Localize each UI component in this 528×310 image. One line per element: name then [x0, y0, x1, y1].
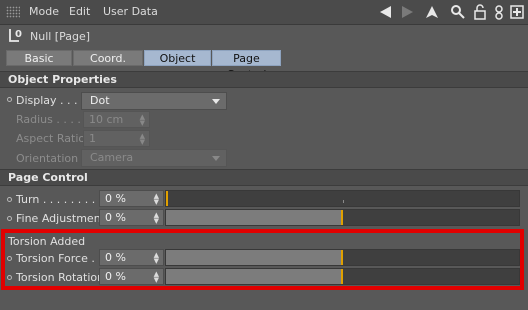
aspect-ratio-label: Aspect Ratio — [16, 132, 86, 145]
orientation-label: Orientation — [16, 152, 79, 165]
settings-icon[interactable] — [491, 4, 507, 20]
menu-mode[interactable]: Mode — [29, 5, 59, 18]
back-arrow-icon[interactable] — [378, 4, 394, 20]
tab-basic[interactable]: Basic — [6, 50, 72, 66]
null-object-icon: 0 — [8, 27, 24, 44]
aspect-ratio-value: 1 — [89, 132, 96, 145]
forward-arrow-icon[interactable] — [399, 4, 415, 20]
slider-handle[interactable] — [166, 191, 168, 206]
fine-adjustment-label: Fine Adjustment — [16, 212, 105, 225]
radius-label: Radius . . . . — [16, 113, 81, 126]
section-object-properties: Object Properties — [0, 71, 528, 88]
orientation-value: Camera — [90, 151, 134, 164]
svg-text:0: 0 — [15, 29, 22, 40]
stepper-icon[interactable]: ▲ ▼ — [154, 212, 159, 225]
menu-bar: Mode Edit User Data — [0, 0, 528, 25]
tab-page-control[interactable]: Page Control — [212, 50, 281, 81]
animation-dot-icon[interactable] — [7, 216, 12, 221]
grip-icon[interactable] — [6, 6, 20, 18]
display-dropdown[interactable]: Dot — [81, 92, 227, 110]
section-title: Page Control — [8, 171, 88, 184]
object-name: Null [Page] — [30, 30, 91, 43]
new-panel-icon[interactable] — [509, 4, 525, 20]
section-page-control: Page Control — [0, 169, 528, 186]
aspect-ratio-field: 1 ▲ ▼ — [83, 130, 150, 147]
tab-object[interactable]: Object — [144, 50, 211, 66]
chevron-down-icon — [212, 99, 220, 104]
fine-adjustment-field[interactable]: 0 % ▲ ▼ — [99, 209, 164, 226]
display-label: Display . . . . — [16, 94, 85, 107]
menu-edit[interactable]: Edit — [69, 5, 90, 18]
stepper-icon: ▲ ▼ — [139, 132, 145, 146]
section-title: Object Properties — [8, 73, 117, 86]
slider-handle[interactable] — [341, 210, 343, 225]
highlight-box — [1, 229, 524, 290]
turn-value: 0 % — [105, 192, 126, 205]
chevron-down-icon — [212, 156, 220, 161]
turn-field[interactable]: 0 % ▲ ▼ — [99, 190, 164, 207]
tab-coord[interactable]: Coord. — [73, 50, 143, 66]
animation-dot-icon[interactable] — [7, 197, 12, 202]
fine-adjustment-value: 0 % — [105, 211, 126, 224]
lock-icon[interactable] — [472, 4, 488, 20]
stepper-icon[interactable]: ▲ ▼ — [154, 193, 159, 206]
animation-dot-icon[interactable] — [7, 97, 12, 102]
search-icon[interactable] — [450, 4, 466, 20]
display-value: Dot — [90, 94, 110, 107]
radius-field: 10 cm ▲ ▼ — [83, 111, 150, 128]
stepper-icon: ▲ ▼ — [139, 113, 145, 127]
slider-fill — [166, 210, 343, 225]
turn-slider[interactable] — [165, 190, 520, 207]
turn-label: Turn . . . . . . . . . — [16, 193, 103, 206]
slider-tick — [343, 200, 344, 203]
up-arrow-icon[interactable] — [424, 4, 440, 20]
radius-value: 10 cm — [89, 113, 124, 126]
orientation-dropdown: Camera — [81, 149, 227, 167]
fine-adjustment-slider[interactable] — [165, 209, 520, 226]
menu-user-data[interactable]: User Data — [103, 5, 158, 18]
